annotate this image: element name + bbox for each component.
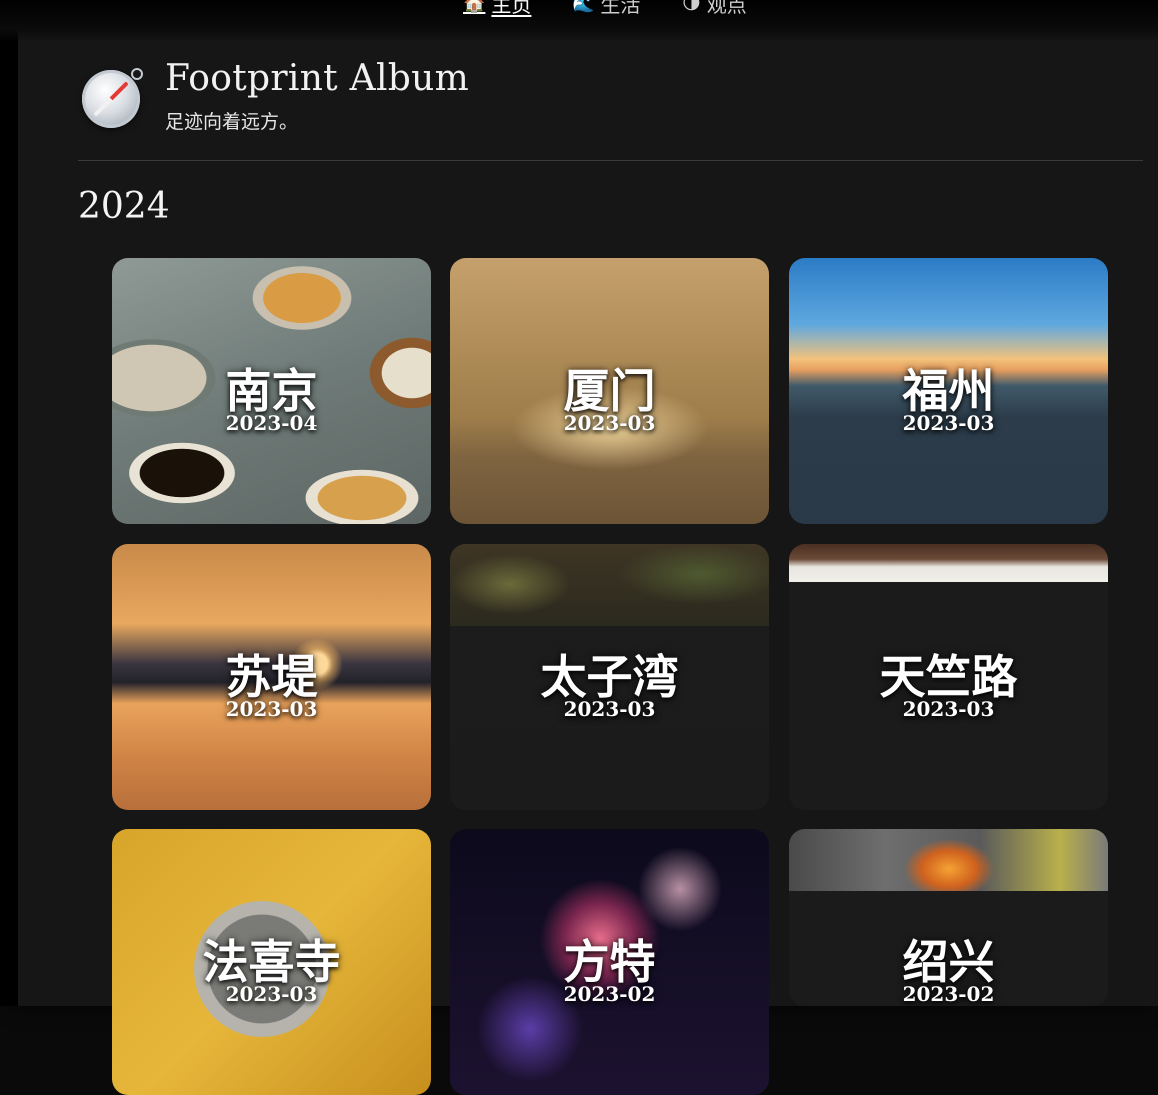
album-card-fangte[interactable]: 方特 2023-02 (450, 829, 769, 1095)
left-gutter (0, 0, 18, 1006)
nav-item-label: 生活 (600, 0, 641, 17)
nav-item-home[interactable]: 🏠 主页 (463, 0, 532, 17)
main-content: Footprint Album 足迹向着远方。 2024 南京 2023-04 厦… (18, 0, 1158, 1095)
nav-item-label: 主页 (491, 0, 532, 17)
album-title: 苏堤 (225, 650, 318, 704)
nav-item-life[interactable]: 🌊 生活 (572, 0, 641, 17)
site-header: Footprint Album 足迹向着远方。 (78, 58, 1148, 160)
site-title[interactable]: Footprint Album (165, 58, 469, 99)
album-date: 2023-04 (225, 411, 318, 435)
top-nav: 🏠 主页 🌊 生活 🌗 观点 (0, 0, 1158, 42)
album-date: 2023-02 (902, 982, 995, 1006)
album-date: 2023-03 (563, 697, 656, 721)
nav-item-label: 观点 (706, 0, 747, 17)
album-card-fuzhou[interactable]: 福州 2023-03 (789, 258, 1108, 524)
album-card-nanjing[interactable]: 南京 2023-04 (112, 258, 431, 524)
album-card-sudi[interactable]: 苏堤 2023-03 (112, 544, 431, 810)
album-title: 绍兴 (902, 935, 995, 989)
album-date: 2023-03 (225, 697, 318, 721)
album-title: 南京 (225, 364, 318, 418)
album-title: 太子湾 (540, 650, 679, 704)
home-icon: 🏠 (463, 0, 486, 14)
nav-item-views[interactable]: 🌗 观点 (682, 0, 747, 17)
album-card-taiziwan[interactable]: 太子湾 2023-03 (450, 544, 769, 810)
album-date: 2023-02 (563, 982, 656, 1006)
album-title: 天竺路 (879, 650, 1018, 704)
moon-icon: 🌗 (682, 0, 701, 14)
album-date: 2023-03 (902, 697, 995, 721)
album-date: 2023-03 (563, 411, 656, 435)
album-title: 法喜寺 (202, 935, 341, 989)
header-divider (78, 160, 1143, 161)
album-title: 厦门 (563, 364, 656, 418)
album-date: 2023-03 (902, 411, 995, 435)
compass-icon (82, 68, 143, 128)
year-heading: 2024 (78, 186, 170, 227)
album-card-faxisi[interactable]: 法喜寺 2023-03 (112, 829, 431, 1095)
album-card-tianzhulu[interactable]: 天竺路 2023-03 (789, 544, 1108, 810)
wave-icon: 🌊 (572, 0, 595, 14)
album-title: 方特 (563, 935, 656, 989)
album-title: 福州 (902, 364, 995, 418)
album-card-xiamen[interactable]: 厦门 2023-03 (450, 258, 769, 524)
album-card-shaoxing[interactable]: 绍兴 2023-02 (789, 829, 1108, 1006)
site-subtitle: 足迹向着远方。 (165, 111, 299, 133)
album-date: 2023-03 (225, 982, 318, 1006)
